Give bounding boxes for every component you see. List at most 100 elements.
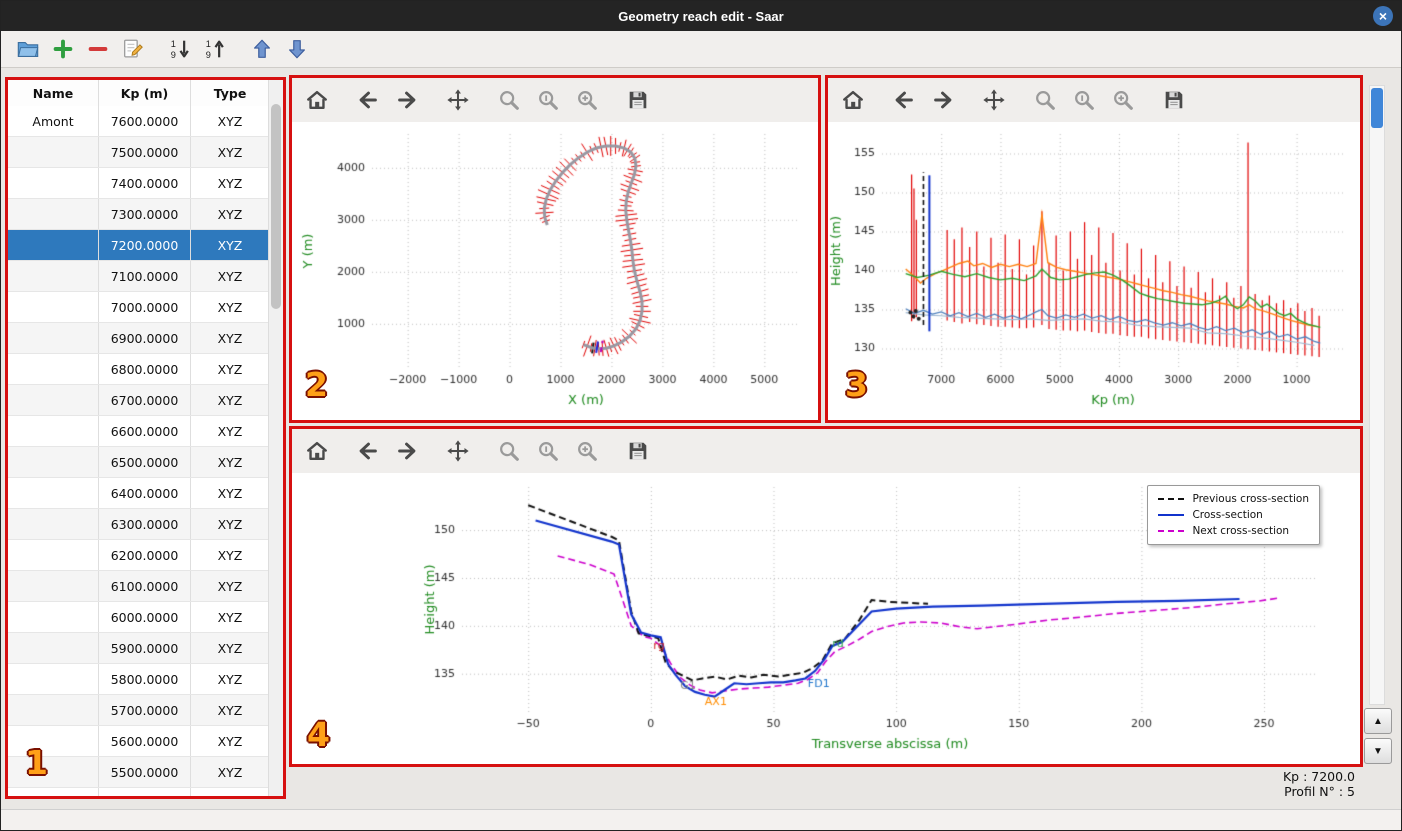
- cell-name[interactable]: [8, 447, 99, 477]
- cell-kp[interactable]: 7300.0000: [99, 199, 191, 229]
- cell-kp[interactable]: 6700.0000: [99, 385, 191, 415]
- table-row[interactable]: 6600.0000 XYZ: [8, 416, 269, 447]
- table-row[interactable]: 6700.0000 XYZ: [8, 385, 269, 416]
- cell-name[interactable]: [8, 323, 99, 353]
- previous-profile-button[interactable]: ▲: [1364, 708, 1392, 734]
- table-row[interactable]: 5400.0000XYZ: [8, 788, 269, 796]
- table-row[interactable]: Amont 7600.0000 XYZ: [8, 106, 269, 137]
- cell-type[interactable]: XYZ: [191, 509, 269, 539]
- cell-type[interactable]: XYZ: [191, 354, 269, 384]
- table-row[interactable]: 7500.0000 XYZ: [8, 137, 269, 168]
- cell-name[interactable]: [8, 137, 99, 167]
- cell-type[interactable]: XYZ: [191, 199, 269, 229]
- move-up-button[interactable]: [249, 36, 275, 62]
- next-profile-button[interactable]: ▼: [1364, 738, 1392, 764]
- table-row[interactable]: 6100.0000 XYZ: [8, 571, 269, 602]
- profile-slider-thumb[interactable]: [1371, 88, 1383, 128]
- close-button[interactable]: ×: [1373, 6, 1393, 26]
- cell-kp[interactable]: 7600.0000: [99, 106, 191, 136]
- cell-name[interactable]: [8, 261, 99, 291]
- pan-button[interactable]: [445, 87, 471, 113]
- cell-kp[interactable]: 7100.0000: [99, 261, 191, 291]
- table-row[interactable]: 7000.0000 XYZ: [8, 292, 269, 323]
- table-scrollbar-thumb[interactable]: [271, 104, 281, 309]
- table-row[interactable]: 5900.0000 XYZ: [8, 633, 269, 664]
- cell-type[interactable]: XYZ: [191, 323, 269, 353]
- cell-name[interactable]: [8, 168, 99, 198]
- pan-button[interactable]: [981, 87, 1007, 113]
- cell-kp[interactable]: 6600.0000: [99, 416, 191, 446]
- cell-kp[interactable]: 6800.0000: [99, 354, 191, 384]
- profile-slider[interactable]: [1369, 85, 1385, 705]
- cell-name[interactable]: [8, 726, 99, 756]
- col-header-type[interactable]: Type: [191, 80, 269, 106]
- table-row[interactable]: 6300.0000 XYZ: [8, 509, 269, 540]
- home-button[interactable]: [304, 438, 330, 464]
- forward-button[interactable]: [930, 87, 956, 113]
- cell-type[interactable]: XYZ: [191, 137, 269, 167]
- save-button[interactable]: [1161, 87, 1187, 113]
- cell-type[interactable]: XYZ: [191, 633, 269, 663]
- cell-name[interactable]: [8, 199, 99, 229]
- longitudinal-profile-plot[interactable]: [828, 122, 1360, 420]
- cell-name[interactable]: [8, 788, 99, 796]
- zoom-plus-button[interactable]: [574, 438, 600, 464]
- cell-kp[interactable]: 5600.0000: [99, 726, 191, 756]
- cell-name[interactable]: [8, 385, 99, 415]
- move-down-button[interactable]: [284, 36, 310, 62]
- zoom-plus-button[interactable]: [1110, 87, 1136, 113]
- cell-kp[interactable]: 5800.0000: [99, 664, 191, 694]
- zoom-info-button[interactable]: [535, 87, 561, 113]
- edit-button[interactable]: [120, 36, 146, 62]
- zoom-info-button[interactable]: [535, 438, 561, 464]
- cell-name[interactable]: [8, 478, 99, 508]
- cell-name[interactable]: Amont: [8, 106, 99, 136]
- cell-type[interactable]: XYZ: [191, 788, 269, 797]
- cell-kp[interactable]: 6500.0000: [99, 447, 191, 477]
- cell-type[interactable]: XYZ: [191, 292, 269, 322]
- cell-kp[interactable]: 7000.0000: [99, 292, 191, 322]
- cell-type[interactable]: XYZ: [191, 478, 269, 508]
- back-button[interactable]: [355, 87, 381, 113]
- cell-name[interactable]: [8, 664, 99, 694]
- cell-kp[interactable]: 6300.0000: [99, 509, 191, 539]
- cell-type[interactable]: XYZ: [191, 447, 269, 477]
- save-button[interactable]: [625, 438, 651, 464]
- table-row[interactable]: 7200.0000 XYZ: [8, 230, 269, 261]
- table-row[interactable]: 6800.0000 XYZ: [8, 354, 269, 385]
- back-button[interactable]: [891, 87, 917, 113]
- remove-button[interactable]: [85, 36, 111, 62]
- sort-descending-button[interactable]: 19: [167, 36, 193, 62]
- cell-type[interactable]: XYZ: [191, 168, 269, 198]
- save-button[interactable]: [625, 87, 651, 113]
- zoom-info-button[interactable]: [1071, 87, 1097, 113]
- table-scrollbar[interactable]: [268, 80, 283, 796]
- table-row[interactable]: 6400.0000 XYZ: [8, 478, 269, 509]
- cell-name[interactable]: [8, 292, 99, 322]
- cell-name[interactable]: [8, 354, 99, 384]
- table-row[interactable]: 7400.0000 XYZ: [8, 168, 269, 199]
- home-button[interactable]: [304, 87, 330, 113]
- cell-kp[interactable]: 7400.0000: [99, 168, 191, 198]
- cell-type[interactable]: XYZ: [191, 571, 269, 601]
- cell-name[interactable]: [8, 602, 99, 632]
- table-row[interactable]: 7100.0000 XYZ: [8, 261, 269, 292]
- cell-name[interactable]: [8, 230, 99, 260]
- open-folder-button[interactable]: [15, 36, 41, 62]
- cell-kp[interactable]: 6000.0000: [99, 602, 191, 632]
- cell-kp[interactable]: 5700.0000: [99, 695, 191, 725]
- cell-kp[interactable]: 6900.0000: [99, 323, 191, 353]
- cell-type[interactable]: XYZ: [191, 726, 269, 756]
- forward-button[interactable]: [394, 87, 420, 113]
- cell-kp[interactable]: 5400.0000: [99, 788, 191, 796]
- cell-type[interactable]: XYZ: [191, 385, 269, 415]
- cell-kp[interactable]: 7500.0000: [99, 137, 191, 167]
- cell-type[interactable]: XYZ: [191, 230, 269, 260]
- cell-kp[interactable]: 6100.0000: [99, 571, 191, 601]
- zoom-button[interactable]: [496, 438, 522, 464]
- table-row[interactable]: 5700.0000 XYZ: [8, 695, 269, 726]
- zoom-button[interactable]: [496, 87, 522, 113]
- add-button[interactable]: [50, 36, 76, 62]
- cell-type[interactable]: XYZ: [191, 106, 269, 136]
- cell-kp[interactable]: 6200.0000: [99, 540, 191, 570]
